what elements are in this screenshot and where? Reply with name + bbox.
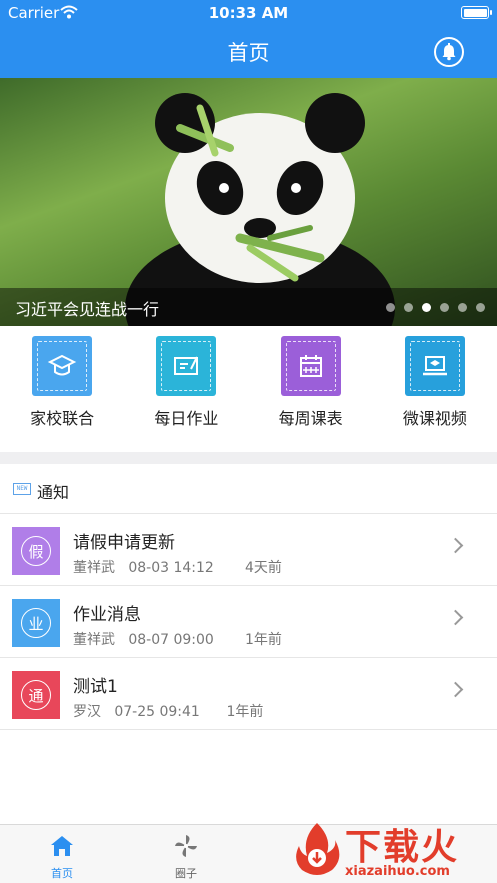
carousel-dot[interactable] [458, 303, 467, 312]
battery-icon [461, 6, 492, 19]
shortcut-weekly-schedule[interactable]: 每周课表 [249, 326, 373, 452]
calendar-icon [280, 336, 341, 396]
notice-item[interactable]: 业 作业消息 董祥武 08-07 09:00 1年前 [0, 586, 497, 658]
notice-item[interactable]: 通 测试1 罗汉 07-25 09:41 1年前 [0, 658, 497, 730]
tab-label: 圈子 [175, 867, 197, 880]
edit-card-icon [156, 336, 217, 396]
shortcut-label: 家校联合 [30, 409, 95, 428]
new-badge-icon: NEW [13, 483, 31, 495]
carousel-dot[interactable] [404, 303, 413, 312]
shortcut-grid: 家校联合 每日作业 每周课表 微课视频 [0, 326, 497, 452]
pinwheel-icon [175, 835, 197, 857]
nav-bar: 首页 [0, 26, 497, 78]
avatar-char: 假 [21, 536, 51, 566]
notice-item[interactable]: 假 请假申请更新 董祥武 08-03 14:12 4天前 [0, 514, 497, 586]
shortcut-label: 每周课表 [278, 409, 343, 428]
notice-meta: 董祥武 08-03 14:12 4天前 [73, 560, 282, 576]
tab-home[interactable]: 首页 [0, 825, 124, 883]
watermark-logo: 下载火 xiazaihuo.com [287, 812, 497, 883]
banner-carousel[interactable]: 习近平会见连战一行 [0, 78, 497, 326]
page-title: 首页 [227, 41, 270, 65]
carousel-dot[interactable] [476, 303, 485, 312]
notice-section-title: 通知 [37, 483, 70, 502]
tab-circle[interactable]: 圈子 [124, 825, 248, 883]
laptop-icon [404, 336, 465, 396]
notice-section-header: NEW 通知 [0, 464, 497, 514]
shortcut-home-school[interactable]: 家校联合 [0, 326, 124, 452]
chevron-right-icon [447, 681, 464, 698]
notice-title: 作业消息 [73, 605, 141, 625]
flame-logo-icon [296, 823, 340, 875]
notice-meta: 罗汉 07-25 09:41 1年前 [73, 704, 264, 720]
shortcut-label: 每日作业 [154, 409, 219, 428]
avatar: 假 [12, 527, 60, 575]
notice-list: 假 请假申请更新 董祥武 08-03 14:12 4天前 业 作业消息 董祥武 … [0, 514, 497, 730]
banner-caption: 习近平会见连战一行 [15, 300, 160, 319]
carousel-dot[interactable] [386, 303, 395, 312]
status-bar: Carrier 10:33 AM [0, 0, 497, 26]
home-icon [51, 836, 73, 856]
notice-meta: 董祥武 08-07 09:00 1年前 [73, 632, 282, 648]
section-divider [0, 452, 497, 464]
watermark-text: 下载火 [345, 827, 460, 868]
shortcut-daily-homework[interactable]: 每日作业 [124, 326, 248, 452]
shortcut-label: 微课视频 [402, 409, 467, 428]
chevron-right-icon [447, 537, 464, 554]
carousel-dot[interactable] [440, 303, 449, 312]
notice-title: 测试1 [73, 677, 118, 697]
avatar-char: 业 [21, 608, 51, 638]
chevron-right-icon [447, 609, 464, 626]
notice-title: 请假申请更新 [73, 533, 175, 553]
avatar: 通 [12, 671, 60, 719]
avatar: 业 [12, 599, 60, 647]
avatar-char: 通 [21, 680, 51, 710]
clock: 10:33 AM [208, 4, 289, 22]
bell-icon[interactable] [434, 37, 464, 67]
carousel-dots[interactable] [386, 303, 485, 312]
banner-caption-bar: 习近平会见连战一行 [0, 288, 497, 326]
shortcut-micro-video[interactable]: 微课视频 [373, 326, 497, 452]
watermark-url: xiazaihuo.com [345, 864, 450, 879]
carousel-dot-active[interactable] [422, 303, 431, 312]
graduation-cap-icon [32, 336, 93, 396]
tab-label: 首页 [51, 867, 73, 880]
